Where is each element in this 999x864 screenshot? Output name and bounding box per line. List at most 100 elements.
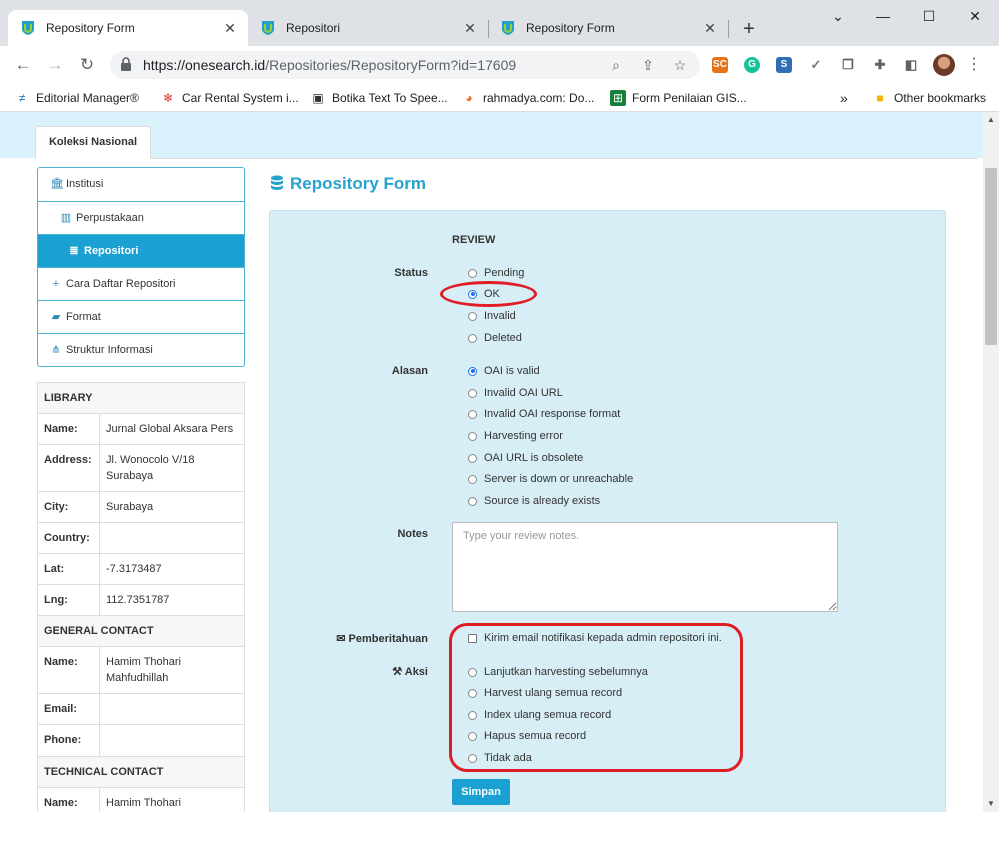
scroll-up-icon[interactable]: ▲	[983, 112, 999, 128]
sidebar-item-cara-daftar[interactable]: + Cara Daftar Repositori	[38, 267, 244, 300]
option-label: Deleted	[484, 332, 522, 344]
menu-kebab-icon[interactable]: ⋮	[966, 55, 982, 75]
new-tab-icon[interactable]: +	[738, 18, 760, 40]
bookmark-star-icon[interactable]: ☆	[672, 57, 688, 73]
close-tab-icon[interactable]: ✕	[462, 20, 478, 36]
lock-icon[interactable]	[120, 57, 132, 71]
page-scrollbar[interactable]: ▲ ▼	[983, 112, 999, 812]
tab-repository-form-1[interactable]: Repository Form ✕	[8, 10, 248, 46]
bookmarks-bar: ≠ Editorial Manager® ❄ Car Rental System i…	[0, 84, 999, 112]
sitemap-icon: ⋔	[51, 344, 61, 356]
bookmark-botika[interactable]: ▣ Botika Text To Spee...	[310, 89, 447, 107]
row-label: Phone:	[37, 724, 100, 757]
scrollbar-thumb[interactable]	[985, 168, 997, 345]
radio[interactable]	[468, 453, 477, 463]
row-label: Country:	[37, 522, 100, 554]
side-panel-icon[interactable]: ◧	[903, 57, 919, 73]
sidebar-item-label: Format	[66, 311, 101, 323]
status-option-deleted[interactable]: Deleted	[468, 332, 522, 344]
sidebar-item-label: Perpustakaan	[76, 212, 144, 224]
tab-repository-form-2[interactable]: Repository Form ✕	[488, 10, 728, 46]
bookmark-label: Form Penilaian GIS...	[632, 91, 747, 105]
alasan-label: Alasan	[391, 365, 428, 377]
sidebar-item-format[interactable]: ▰ Format	[38, 300, 244, 333]
radio[interactable]	[468, 409, 477, 419]
url-text[interactable]: https://onesearch.id/Repositories/Reposi…	[143, 57, 516, 73]
library-country	[99, 522, 245, 554]
copy-extension-icon[interactable]: ❐	[840, 57, 856, 73]
envelope-icon: ✉	[336, 633, 346, 645]
bookmark-car-rental[interactable]: ❄ Car Rental System i...	[160, 89, 299, 107]
option-label: Invalid OAI URL	[484, 387, 563, 399]
radio[interactable]	[468, 333, 477, 343]
share-icon[interactable]: ⇪	[640, 57, 656, 73]
folder-icon: ■	[876, 91, 884, 105]
radio[interactable]	[468, 431, 477, 441]
extensions-puzzle-icon[interactable]: ✚	[872, 57, 888, 73]
tab-search-chevron-icon[interactable]: ⌄	[815, 4, 861, 28]
option-label: Server is down or unreachable	[484, 473, 634, 485]
profile-avatar[interactable]	[933, 54, 955, 76]
section-library-heading: LIBRARY	[37, 382, 245, 414]
bookmark-label: Editorial Manager®	[36, 91, 139, 105]
status-option-invalid[interactable]: Invalid	[468, 310, 516, 322]
magic-wand-icon: ⚒	[392, 666, 403, 678]
bookmark-editorial-manager[interactable]: ≠ Editorial Manager®	[14, 89, 139, 107]
institution-icon: 🏛	[50, 178, 64, 190]
radio-selected[interactable]	[468, 366, 477, 376]
zoom-search-icon[interactable]: ⌕	[608, 57, 624, 73]
forward-icon[interactable]: →	[44, 54, 66, 76]
bookmark-label: Other bookmarks	[894, 91, 987, 105]
row-label: Lng:	[37, 584, 100, 616]
close-tab-icon[interactable]: ✕	[702, 20, 718, 36]
check-extension-icon[interactable]: ✓	[808, 57, 824, 73]
radio[interactable]	[468, 311, 477, 321]
sidebar-item-perpustakaan[interactable]: ▥ Perpustakaan	[38, 201, 244, 234]
sidebar-item-repositori[interactable]: ≣ Repositori	[38, 234, 244, 267]
status-option-pending[interactable]: Pending	[468, 267, 524, 279]
alasan-option-invalid-format[interactable]: Invalid OAI response format	[468, 408, 620, 420]
close-window-icon[interactable]: ✕	[952, 4, 998, 28]
radio[interactable]	[468, 388, 477, 398]
alasan-option-exists[interactable]: Source is already exists	[468, 495, 600, 507]
more-bookmarks-icon[interactable]: »	[840, 89, 848, 107]
tab-repositori[interactable]: Repositori ✕	[248, 10, 488, 46]
sc-extension-icon[interactable]: SC	[712, 57, 728, 73]
alasan-option-harvesting-error[interactable]: Harvesting error	[468, 430, 563, 442]
notes-textarea[interactable]	[452, 522, 838, 612]
pemberitahuan-label: ✉ Pemberitahuan	[310, 632, 428, 645]
radio[interactable]	[468, 496, 477, 506]
bookmark-form-penilaian[interactable]: ⊞ Form Penilaian GIS...	[610, 89, 747, 107]
bookmark-rahmadya[interactable]: ◕ rahmadya.com: Do...	[461, 89, 594, 107]
book-icon: ▰	[51, 311, 61, 323]
sidebar-menu: 🏛 Institusi ▥ Perpustakaan ≣ Repositori + Ca…	[37, 167, 245, 367]
s-extension-icon[interactable]: S	[776, 57, 792, 73]
scroll-down-icon[interactable]: ▼	[983, 796, 999, 812]
reload-icon[interactable]: ↻	[76, 54, 98, 76]
alasan-option-server-down[interactable]: Server is down or unreachable	[468, 473, 633, 485]
option-label: OAI URL is obsolete	[484, 452, 584, 464]
technical-contact-name: Hamim Thohari Mahfudhillah	[99, 787, 245, 812]
sidebar-item-struktur-informasi[interactable]: ⋔ Struktur Informasi	[38, 333, 244, 366]
sidebar-item-label: Institusi	[66, 178, 104, 190]
section-general-contact-heading: GENERAL CONTACT	[37, 615, 245, 647]
page-title: Repository Form	[270, 174, 426, 194]
bookmark-other[interactable]: ■ Other bookmarks	[872, 89, 986, 107]
sidebar-item-institusi[interactable]: 🏛 Institusi	[38, 168, 244, 201]
radio[interactable]	[468, 268, 477, 278]
back-icon[interactable]: ←	[12, 54, 34, 76]
maximize-icon[interactable]: ☐	[906, 4, 952, 28]
minimize-icon[interactable]: —	[860, 4, 906, 28]
alasan-option-obsolete[interactable]: OAI URL is obsolete	[468, 452, 583, 464]
divider	[151, 158, 978, 159]
option-label: OAI is valid	[484, 365, 540, 377]
alasan-option-oai-valid[interactable]: OAI is valid	[468, 365, 540, 377]
address-bar[interactable]: https://onesearch.id/Repositories/Reposi…	[110, 51, 700, 79]
grammarly-icon[interactable]: G	[744, 57, 760, 73]
library-name: Jurnal Global Aksara Pers	[99, 413, 245, 445]
alasan-option-invalid-url[interactable]: Invalid OAI URL	[468, 387, 563, 399]
simpan-button[interactable]: Simpan	[452, 779, 510, 805]
radio[interactable]	[468, 474, 477, 484]
tab-koleksi-nasional[interactable]: Koleksi Nasional	[35, 126, 151, 159]
close-tab-icon[interactable]: ✕	[222, 20, 238, 36]
